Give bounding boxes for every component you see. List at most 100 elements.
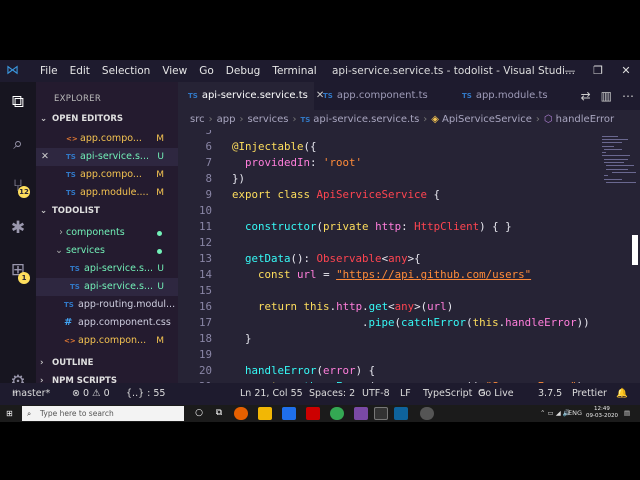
close-window-button[interactable]: ✕ xyxy=(612,60,640,82)
tab-app-module[interactable]: TS app.module.ts xyxy=(462,82,558,110)
line-number: 9 xyxy=(205,188,212,201)
title-bar: ⋈ File Edit Selection View Go Debug Term… xyxy=(0,60,640,82)
line-number: 8 xyxy=(205,172,212,185)
open-editor-item[interactable]: TS app.module.... M xyxy=(36,184,178,202)
breadcrumb-item[interactable]: ApiServiceService xyxy=(442,114,532,125)
tab-api-service[interactable]: TS api-service.service.ts ✕ xyxy=(178,82,324,110)
open-editor-item-active[interactable]: ✕ TS api-service.s... U xyxy=(36,148,178,166)
menu-view[interactable]: View xyxy=(156,60,193,82)
tree-file-item[interactable]: # app.component.css xyxy=(36,314,178,332)
version-status[interactable]: 3.7.5 xyxy=(538,383,562,405)
search-icon: ⌕ xyxy=(27,409,32,418)
taskbar-search[interactable]: ⌕ Type here to search xyxy=(22,406,184,421)
line-number: 5 xyxy=(205,130,212,137)
notifications-bell-icon[interactable]: 🔔 xyxy=(616,383,628,405)
breadcrumb-item[interactable]: src xyxy=(190,114,205,125)
menu-bar: File Edit Selection View Go Debug Termin… xyxy=(34,60,323,82)
clock[interactable]: 12:49 09-03-2020 xyxy=(586,406,618,420)
line-number: 19 xyxy=(198,348,212,361)
line-number: 7 xyxy=(205,156,212,169)
source-control-badge: 12 xyxy=(18,186,30,198)
breadcrumb-item[interactable]: handleError xyxy=(556,114,614,125)
explorer-title: EXPLORER xyxy=(54,94,102,104)
code-line: providedIn: 'root' xyxy=(245,156,363,169)
debug-icon[interactable]: ✱ xyxy=(6,216,30,240)
tree-file-item-selected[interactable]: TS api-service.s... U xyxy=(36,278,178,296)
task-view-icon[interactable]: ⧉ xyxy=(212,407,226,420)
vscode-taskbar-icon[interactable] xyxy=(394,407,408,420)
cortana-icon[interactable]: ○ xyxy=(192,407,206,420)
windows-start-icon[interactable]: ⊞ xyxy=(6,409,15,418)
encoding-status[interactable]: UTF-8 xyxy=(362,383,390,405)
menu-debug[interactable]: Debug xyxy=(220,60,267,82)
language-indicator[interactable]: ENG xyxy=(568,405,582,422)
cursor-position[interactable]: Ln 21, Col 55 xyxy=(240,383,303,405)
file-explorer-icon[interactable] xyxy=(258,407,272,420)
more-actions-icon[interactable]: ⋯ xyxy=(622,89,634,103)
menu-file[interactable]: File xyxy=(34,60,64,82)
indentation-status[interactable]: Spaces: 2 xyxy=(309,383,355,405)
problems-status[interactable]: ⊗ 0 ⚠ 0 xyxy=(72,383,110,405)
prettier-status[interactable]: Prettier xyxy=(572,383,607,405)
tree-file-item[interactable]: <> app.compon... M xyxy=(36,332,178,350)
todolist-header[interactable]: ⌄ TODOLIST xyxy=(40,206,100,216)
language-mode[interactable]: TypeScript xyxy=(423,383,472,405)
explorer-sidebar: EXPLORER ⌄ OPEN EDITORS <> app.compo... M ✕… xyxy=(36,82,178,405)
menu-edit[interactable]: Edit xyxy=(64,60,96,82)
app-icon[interactable] xyxy=(282,407,296,420)
code-line: .pipe(catchError(this.handleError)) xyxy=(232,316,590,329)
app-icon[interactable] xyxy=(306,407,320,420)
breadcrumb-item[interactable]: services xyxy=(247,114,288,125)
terminal-icon[interactable] xyxy=(374,407,388,420)
notification-center-icon[interactable]: ▤ xyxy=(624,405,630,422)
tree-file-item[interactable]: TS app-routing.modul... xyxy=(36,296,178,314)
code-line: getData(): Observable<any>{ xyxy=(245,252,421,265)
open-editor-item[interactable]: <> app.compo... M xyxy=(36,130,178,148)
chevron-right-icon: › xyxy=(59,227,66,238)
chrome-icon[interactable] xyxy=(330,407,344,420)
breadcrumb-item[interactable]: app xyxy=(217,114,236,125)
line-number: 17 xyxy=(198,316,212,329)
minimize-button[interactable]: — xyxy=(556,60,584,82)
restore-button[interactable]: ❐ xyxy=(584,60,612,82)
eol-status[interactable]: LF xyxy=(400,383,411,405)
editor-actions: ⇄ ▥ ⋯ xyxy=(571,82,634,110)
firefox-icon[interactable] xyxy=(234,407,248,420)
chevron-right-icon: › xyxy=(40,358,44,368)
menu-selection[interactable]: Selection xyxy=(96,60,156,82)
activity-bar: ⧉ ⌕ ⑂ 12 ✱ ⊞ 1 ⚙ xyxy=(0,82,36,405)
outline-header[interactable]: › OUTLINE xyxy=(40,358,93,368)
status-dot xyxy=(157,231,162,236)
folder-components[interactable]: › components xyxy=(36,224,178,242)
breadcrumb: src › app › services › TS api-service.service.t… xyxy=(190,114,615,125)
tree-file-item[interactable]: TS api-service.s... U xyxy=(36,260,178,278)
close-editor-icon[interactable]: ✕ xyxy=(36,148,54,166)
window-title: api-service.service.ts - todolist - Visu… xyxy=(332,65,575,77)
open-editor-item[interactable]: TS app.compo... M xyxy=(36,166,178,184)
open-editors-header[interactable]: ⌄ OPEN EDITORS xyxy=(40,114,123,124)
code-line: return this.http.get<any>(url) xyxy=(258,300,454,313)
explorer-icon[interactable]: ⧉ xyxy=(6,90,30,114)
line-number: 12 xyxy=(198,236,212,249)
code-editor[interactable]: 5 6 7 8 9 10 11 12 13 14 15 16 17 18 19 … xyxy=(178,130,598,383)
tab-app-component[interactable]: TS app.component.ts xyxy=(323,82,453,110)
tray-icons[interactable]: ⌃ ▭ ◢ 🔊 xyxy=(540,405,571,422)
menu-terminal[interactable]: Terminal xyxy=(266,60,322,82)
scrollbar-thumb[interactable] xyxy=(632,235,638,265)
code-line: }) xyxy=(232,172,246,185)
method-icon: ⬡ xyxy=(543,114,553,125)
chevron-down-icon: ⌄ xyxy=(40,206,48,216)
split-editor-icon[interactable]: ▥ xyxy=(601,89,612,103)
app-icon[interactable] xyxy=(354,407,368,420)
braces-status[interactable]: {..} : 55 xyxy=(126,383,165,405)
app-icon[interactable] xyxy=(420,407,434,420)
menu-go[interactable]: Go xyxy=(193,60,220,82)
class-icon: ◈ xyxy=(431,114,439,125)
breadcrumb-item[interactable]: api-service.service.ts xyxy=(313,114,419,125)
chevron-down-icon: ⌄ xyxy=(55,245,66,256)
search-icon[interactable]: ⌕ xyxy=(6,132,30,156)
code-line: } xyxy=(232,332,252,345)
compare-icon[interactable]: ⇄ xyxy=(581,89,591,103)
line-number: 13 xyxy=(198,252,212,265)
folder-services[interactable]: ⌄ services xyxy=(36,242,178,260)
